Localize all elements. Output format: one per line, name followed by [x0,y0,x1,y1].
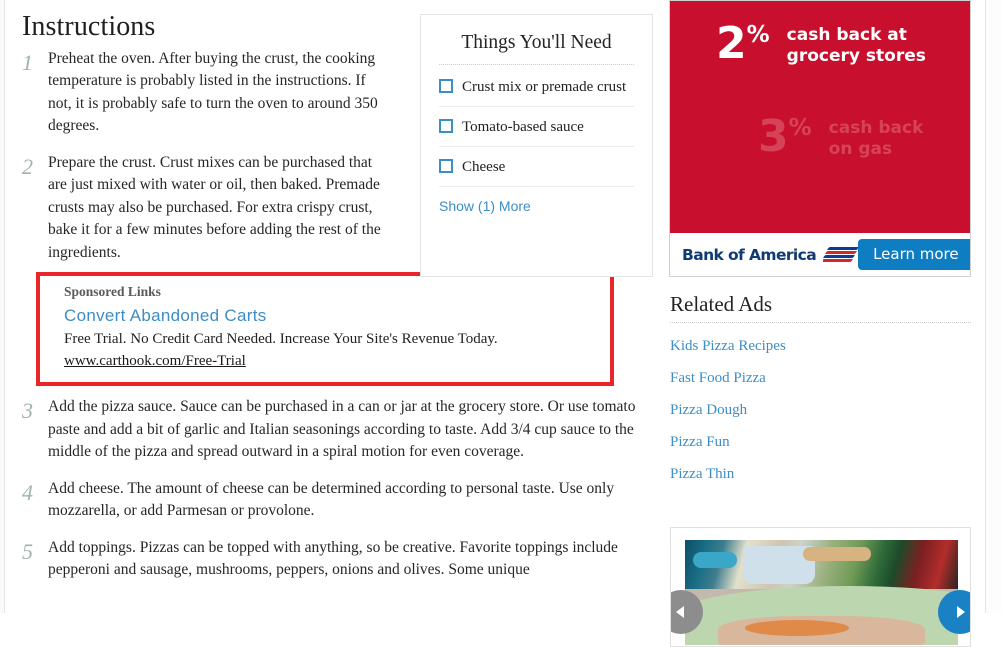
list-item-label: Cheese [462,159,506,176]
list-item[interactable]: Crust mix or premade crust [439,67,634,108]
step-number: 1 [22,49,33,75]
step-text: Prepare the crust. Crust mixes can be pu… [48,153,381,261]
bank-of-america-logo: Bank of America [682,245,859,265]
instruction-step: 5 Add toppings. Pizzas can be topped wit… [22,537,662,582]
ad-offer-percent-symbol: % [746,22,770,48]
carousel-image-bowl [743,546,871,584]
learn-more-button[interactable]: Learn more [858,239,970,270]
step-number: 3 [22,398,33,424]
instruction-step: 4 Add cheese. The amount of cheese can b… [22,478,662,523]
ad-offer-text-line2: on gas [828,139,893,159]
show-more-link[interactable]: Show (1) More [439,187,634,214]
sponsored-links-block: Sponsored Links Convert Abandoned Carts … [36,272,614,386]
related-ad-link[interactable]: Kids Pizza Recipes [670,330,971,362]
list-item[interactable]: Tomato-based sauce [439,107,634,148]
carousel-image [685,540,958,645]
checkbox-icon[interactable] [439,119,453,134]
chevron-left-icon [676,606,684,618]
related-ad-link[interactable]: Pizza Dough [670,394,971,426]
related-ad-link[interactable]: Pizza Fun [670,426,971,458]
list-item[interactable]: Cheese [439,147,634,188]
sponsored-links-label: Sponsored Links [64,284,161,299]
page-root: Instructions 1 Preheat the oven. After b… [0,0,1002,647]
things-youll-need-box: Things You'll Need Crust mix or premade … [420,14,653,277]
chevron-right-icon [957,606,965,618]
step-text: Add toppings. Pizzas can be topped with … [48,538,618,579]
carousel-image-bowl-contents [803,547,871,561]
ad-offer-percent-number: 2 [716,18,747,69]
step-text: Add cheese. The amount of cheese can be … [48,479,615,520]
carousel-image-food-topping [745,619,849,636]
page-left-rule [4,0,5,613]
carousel-image-handle [693,552,737,568]
things-youll-need-title: Things You'll Need [461,32,612,53]
step-text: Preheat the oven. After buying the crust… [48,49,378,135]
divider [670,322,971,324]
checkbox-icon[interactable] [439,159,453,174]
ad-offer-percent-number: 3 [758,111,789,162]
image-carousel[interactable] [670,527,971,647]
list-item-label: Crust mix or premade crust [462,79,627,96]
ad-offer-primary: 2 % cash back at grocery stores [716,22,926,67]
page-right-margin [986,0,1002,613]
bank-of-america-flag-icon [823,245,859,265]
ad-offer-text-line1: cash back [828,118,924,138]
sponsored-link-url[interactable]: www.carthook.com/Free-Trial [64,350,246,372]
ad-offer-percent-symbol: % [788,115,812,141]
checkbox-icon[interactable] [439,79,453,94]
sponsored-link-description: Free Trial. No Credit Card Needed. Incre… [64,331,498,347]
step-number: 2 [22,153,33,179]
step-number: 5 [22,538,33,564]
bank-of-america-ad[interactable]: 2 % cash back at grocery stores 3 % cash… [669,0,971,277]
sponsored-link-title[interactable]: Convert Abandoned Carts [64,304,600,328]
ad-banner-body: 2 % cash back at grocery stores 3 % cash… [670,1,970,233]
related-ads-section: Related Ads Kids Pizza Recipes Fast Food… [670,292,971,490]
divider [439,64,634,66]
list-item-label: Tomato-based sauce [462,119,584,136]
ad-offer-secondary: 3 % cash back on gas [758,115,923,160]
brand-wordmark: Bank of America [682,245,817,264]
related-ad-link[interactable]: Pizza Thin [670,458,971,490]
step-number: 4 [22,479,33,505]
ad-footer: Bank of America Learn more [670,233,970,276]
instruction-step: 3 Add the pizza sauce. Sauce can be purc… [22,396,662,464]
ad-offer-text: cash back on gas [829,118,924,160]
related-ads-title: Related Ads [670,292,773,316]
related-ad-link[interactable]: Fast Food Pizza [670,362,971,394]
ad-offer-text-line2: grocery stores [786,46,926,66]
ad-offer-text: cash back at grocery stores [787,25,926,67]
ad-offer-text-line1: cash back at [786,25,907,45]
step-text: Add the pizza sauce. Sauce can be purcha… [48,398,636,461]
